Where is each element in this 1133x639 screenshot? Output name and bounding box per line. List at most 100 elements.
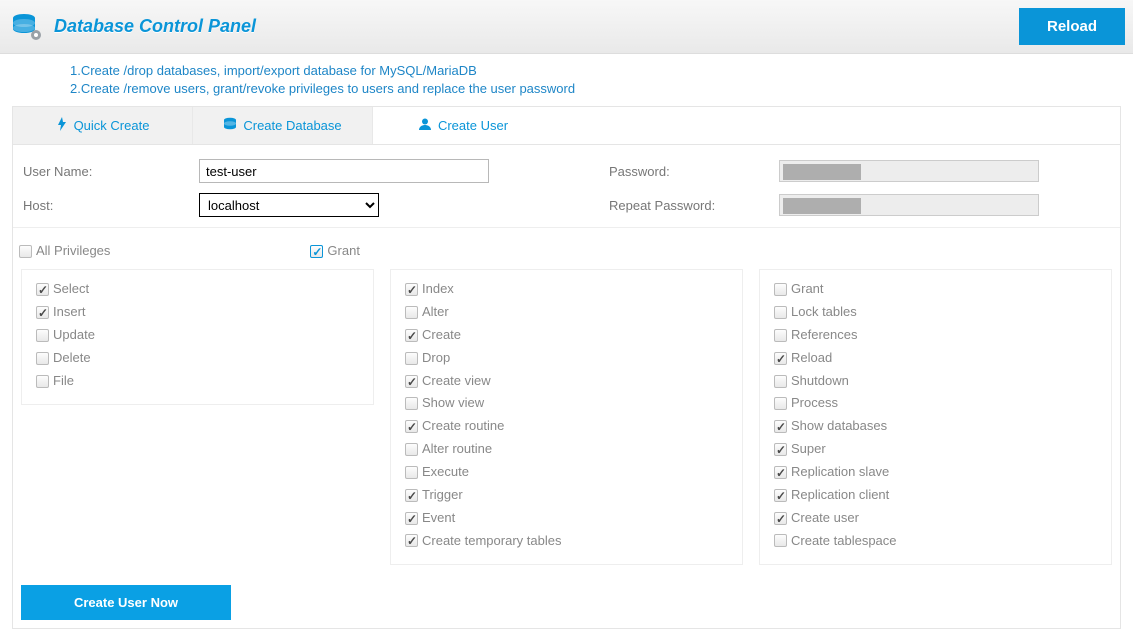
checkbox-icon — [774, 420, 787, 433]
checkbox-icon — [405, 283, 418, 296]
privilege-checkbox[interactable]: Show view — [405, 394, 728, 413]
checkbox-label: Grant — [791, 280, 824, 299]
checkbox-label: Reload — [791, 349, 832, 368]
privilege-checkbox[interactable]: Create temporary tables — [405, 532, 728, 551]
checkbox-icon — [405, 397, 418, 410]
privilege-checkbox[interactable]: Replication slave — [774, 463, 1097, 482]
checkbox-label: Super — [791, 440, 826, 459]
repeat-password-label: Repeat Password: — [609, 198, 779, 213]
checkbox-icon — [774, 534, 787, 547]
tab-quick-create[interactable]: Quick Create — [13, 107, 193, 144]
checkbox-icon — [36, 375, 49, 388]
password-input[interactable] — [779, 160, 1039, 182]
checkbox-icon — [774, 306, 787, 319]
checkbox-icon — [36, 352, 49, 365]
checkbox-label: Lock tables — [791, 303, 857, 322]
privilege-checkbox[interactable]: Delete — [36, 349, 359, 368]
checkbox-label: Replication client — [791, 486, 889, 505]
host-select[interactable]: localhost — [199, 193, 379, 217]
tab-bar: Quick Create Create Database Create User — [13, 107, 1120, 145]
database-icon — [10, 13, 42, 41]
privilege-checkbox[interactable]: Reload — [774, 349, 1097, 368]
checkbox-label: All Privileges — [36, 242, 110, 261]
privilege-checkbox[interactable]: Create tablespace — [774, 532, 1097, 551]
checkbox-icon — [405, 534, 418, 547]
database-small-icon — [223, 117, 237, 134]
lightning-icon — [56, 117, 68, 134]
privilege-checkbox[interactable]: Alter routine — [405, 440, 728, 459]
privilege-checkbox[interactable]: Drop — [405, 349, 728, 368]
privilege-checkbox[interactable]: Create view — [405, 372, 728, 391]
privilege-checkbox[interactable]: Show databases — [774, 417, 1097, 436]
checkbox-label: Replication slave — [791, 463, 889, 482]
checkbox-label: Index — [422, 280, 454, 299]
tab-create-user[interactable]: Create User — [373, 107, 553, 144]
checkbox-icon — [405, 443, 418, 456]
privilege-checkbox[interactable]: Alter — [405, 303, 728, 322]
tab-create-database[interactable]: Create Database — [193, 107, 373, 144]
checkbox-label: Trigger — [422, 486, 463, 505]
password-label: Password: — [609, 164, 779, 179]
checkbox-label: Event — [422, 509, 455, 528]
checkbox-label: Show databases — [791, 417, 887, 436]
reload-button[interactable]: Reload — [1019, 8, 1125, 45]
username-label: User Name: — [19, 164, 199, 179]
checkbox-icon — [36, 283, 49, 296]
privilege-checkbox[interactable]: Create routine — [405, 417, 728, 436]
checkbox-label: Create view — [422, 372, 491, 391]
tab-label: Create Database — [243, 118, 341, 133]
checkbox-icon — [36, 306, 49, 319]
checkbox-icon — [405, 420, 418, 433]
privilege-checkbox[interactable]: Insert — [36, 303, 359, 322]
checkbox-label: Show view — [422, 394, 484, 413]
checkbox-icon — [774, 375, 787, 388]
checkbox-label: File — [53, 372, 74, 391]
checkbox-label: Process — [791, 394, 838, 413]
grant-checkbox[interactable]: Grant — [310, 242, 360, 261]
privilege-checkbox[interactable]: Select — [36, 280, 359, 299]
host-label: Host: — [19, 198, 199, 213]
checkbox-label: Drop — [422, 349, 450, 368]
checkbox-label: Shutdown — [791, 372, 849, 391]
checkbox-label: Execute — [422, 463, 469, 482]
tab-label: Create User — [438, 118, 508, 133]
privilege-checkbox[interactable]: Create user — [774, 509, 1097, 528]
privilege-checkbox[interactable]: Event — [405, 509, 728, 528]
checkbox-label: Create temporary tables — [422, 532, 561, 551]
checkbox-label: Update — [53, 326, 95, 345]
checkbox-icon — [36, 329, 49, 342]
privilege-checkbox[interactable]: Execute — [405, 463, 728, 482]
checkbox-icon — [774, 352, 787, 365]
privilege-checkbox[interactable]: References — [774, 326, 1097, 345]
privilege-checkbox[interactable]: Index — [405, 280, 728, 299]
checkbox-label: Delete — [53, 349, 91, 368]
privilege-checkbox[interactable]: Process — [774, 394, 1097, 413]
privilege-checkbox[interactable]: Replication client — [774, 486, 1097, 505]
user-icon — [418, 117, 432, 134]
privilege-column-3: Grant Lock tables References Reload Shutdown… — [759, 269, 1112, 565]
tab-label: Quick Create — [74, 118, 150, 133]
repeat-password-input[interactable] — [779, 194, 1039, 216]
checkbox-icon — [405, 306, 418, 319]
checkbox-icon — [405, 512, 418, 525]
checkbox-label: Create user — [791, 509, 859, 528]
checkbox-label: Grant — [327, 242, 360, 261]
privilege-checkbox[interactable]: Lock tables — [774, 303, 1097, 322]
checkbox-icon — [774, 397, 787, 410]
header-bar: Database Control Panel Reload — [0, 0, 1133, 54]
checkbox-icon — [774, 443, 787, 456]
privilege-checkbox[interactable]: Create — [405, 326, 728, 345]
privilege-checkbox[interactable]: File — [36, 372, 359, 391]
privilege-checkbox[interactable]: Trigger — [405, 486, 728, 505]
username-input[interactable] — [199, 159, 489, 183]
privilege-checkbox[interactable]: Grant — [774, 280, 1097, 299]
checkbox-label: Select — [53, 280, 89, 299]
privilege-checkbox[interactable]: Super — [774, 440, 1097, 459]
privilege-checkbox[interactable]: Update — [36, 326, 359, 345]
checkbox-label: Alter routine — [422, 440, 492, 459]
checkbox-label: Create tablespace — [791, 532, 897, 551]
info-line-1: 1.Create /drop databases, import/export … — [70, 62, 1133, 80]
all-privileges-checkbox[interactable]: All Privileges — [19, 242, 110, 261]
privilege-checkbox[interactable]: Shutdown — [774, 372, 1097, 391]
create-user-button[interactable]: Create User Now — [21, 585, 231, 620]
